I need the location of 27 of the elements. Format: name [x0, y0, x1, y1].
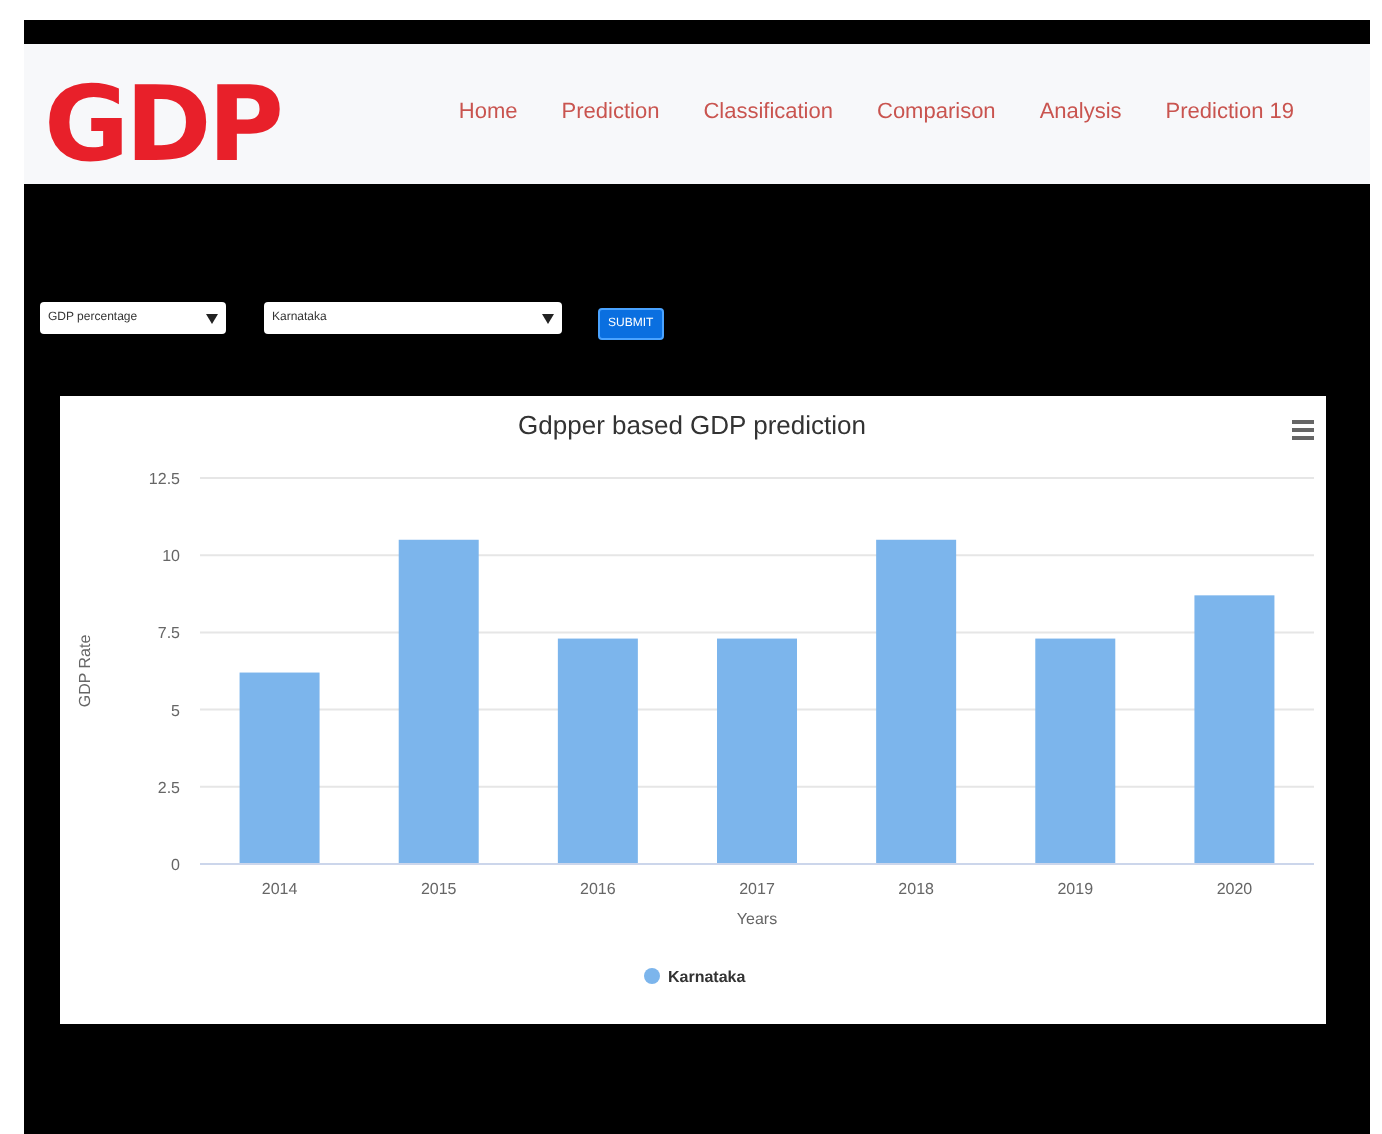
y-tick-label: 12.5	[148, 470, 180, 488]
nav-link[interactable]: Comparison	[877, 100, 996, 124]
chart-title: Gdpper based GDP prediction	[518, 410, 866, 440]
x-tick-label: 2017	[739, 880, 775, 898]
nav-link[interactable]: Prediction 19	[1165, 100, 1294, 124]
y-axis-title: GDP Rate	[76, 634, 94, 708]
nav-link[interactable]: Classification	[703, 100, 833, 124]
x-tick-label: 2019	[1057, 880, 1094, 898]
x-axis-title: Years	[736, 910, 778, 928]
logo: GDP	[44, 74, 280, 178]
nav-link[interactable]: Home	[458, 100, 518, 124]
y-tick-label: 10	[162, 547, 180, 566]
y-tick-label: 7.5	[157, 624, 180, 643]
y-tick-label: 5	[171, 701, 180, 720]
x-tick-label: 2016	[580, 880, 616, 898]
y-tick-label: 0	[171, 856, 180, 874]
x-tick-label: 2015	[420, 880, 457, 898]
caret-icon	[206, 313, 218, 323]
x-tick-label: 2018	[898, 880, 934, 898]
y-tick-label: 2.5	[157, 778, 180, 797]
legend-label[interactable]: Karnataka	[668, 968, 746, 986]
nav-link[interactable]: Prediction	[561, 100, 660, 124]
nav-link[interactable]: Analysis	[1039, 100, 1122, 124]
menu-icon[interactable]	[1292, 420, 1314, 440]
caret-icon	[542, 313, 554, 323]
x-tick-label: 2020	[1216, 880, 1253, 898]
x-tick-label: 2014	[261, 880, 298, 898]
